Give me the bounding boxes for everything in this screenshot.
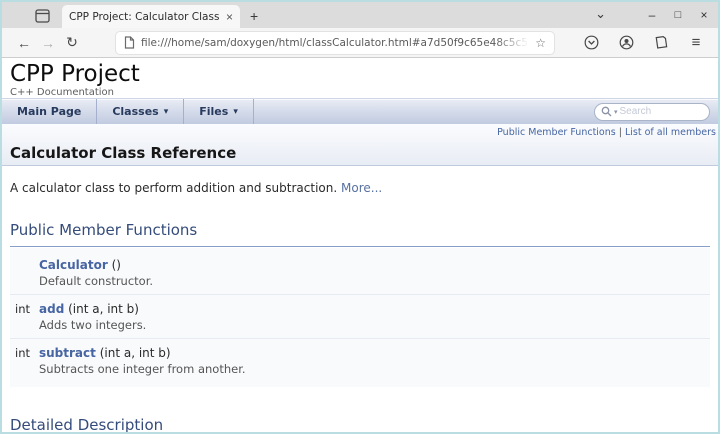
menu-icon[interactable]: ≡: [686, 33, 706, 53]
doxygen-search-box[interactable]: ▾: [594, 102, 710, 121]
chevron-down-icon: ▾: [163, 106, 169, 117]
tab-files-label: Files: [199, 105, 229, 118]
account-icon: [619, 35, 634, 50]
forward-button[interactable]: →: [36, 31, 60, 55]
brief-description: A calculator class to perform addition a…: [10, 181, 710, 195]
account-button[interactable]: [616, 33, 636, 53]
summary-link-all-members[interactable]: List of all members: [625, 127, 716, 138]
member-description: Default constructor.: [39, 274, 154, 288]
browser-tab-active[interactable]: CPP Project: Calculator Class ×: [62, 5, 240, 28]
member-link-subtract[interactable]: subtract: [39, 346, 96, 360]
section-heading-public-members: Public Member Functions: [10, 221, 710, 247]
library-icon: [654, 35, 668, 50]
tab-main-page[interactable]: Main Page: [2, 99, 98, 124]
member-separator: [10, 294, 710, 295]
member-desc-spacer: [10, 361, 30, 377]
url-text: file:///home/sam/doxygen/html/classCalcu…: [141, 36, 530, 49]
toolbar-right-icons: ≡: [581, 33, 708, 53]
member-return-type: [10, 257, 30, 273]
search-input[interactable]: [619, 106, 696, 117]
tab-files[interactable]: Files ▾: [184, 99, 254, 124]
section-heading-detailed-description: Detailed Description: [10, 416, 710, 432]
tab-title: CPP Project: Calculator Class: [69, 10, 220, 23]
tab-classes-label: Classes: [112, 105, 159, 118]
member-declarations: Calculator () Default constructor. int a…: [10, 248, 710, 387]
tab-close-icon[interactable]: ×: [226, 11, 233, 23]
firefox-view-button[interactable]: [32, 7, 52, 25]
url-bar[interactable]: file:///home/sam/doxygen/html/classCalcu…: [116, 31, 554, 54]
chevron-down-icon: ▾: [233, 106, 238, 117]
doxygen-nav-tabs: Main Page Classes ▾ Files ▾ ▾: [2, 98, 718, 124]
member-params: (int a, int b): [64, 302, 139, 316]
maximize-button[interactable]: □: [666, 10, 690, 21]
member-desc-spacer: [10, 317, 30, 333]
member-separator: [10, 338, 710, 339]
bookmark-star-icon[interactable]: ☆: [535, 37, 546, 49]
member-signature: subtract (int a, int b): [39, 345, 710, 361]
pocket-button[interactable]: [581, 33, 601, 53]
doxygen-titlearea: CPP Project C++ Documentation: [2, 58, 718, 98]
tab-classes[interactable]: Classes ▾: [97, 99, 185, 124]
minimize-button[interactable]: –: [640, 9, 664, 21]
list-all-tabs-button[interactable]: ⌄: [595, 7, 606, 20]
more-link[interactable]: More...: [341, 181, 382, 195]
summary-link-public-members[interactable]: Public Member Functions: [497, 127, 616, 138]
member-return-type: int: [15, 302, 30, 316]
browser-window: CPP Project: Calculator Class × + ⌄ – □ …: [0, 0, 720, 434]
summary-separator: |: [618, 127, 622, 138]
member-desc-spacer: [10, 273, 30, 289]
member-signature: Calculator (): [39, 257, 710, 273]
member-params: (int a, int b): [95, 346, 171, 360]
new-tab-button[interactable]: +: [250, 8, 258, 24]
member-description: Subtracts one integer from another.: [39, 362, 246, 376]
doxygen-header: Public Member Functions | List of all me…: [2, 124, 718, 166]
member-params: (): [107, 258, 121, 272]
back-button[interactable]: ←: [12, 31, 36, 55]
member-link-calculator[interactable]: Calculator: [39, 258, 108, 272]
browser-toolbar: ← → ↻ file:///home/sam/doxygen/html/clas…: [2, 28, 718, 58]
firefox-view-icon: [34, 9, 50, 23]
page-icon: [124, 36, 135, 49]
member-signature: add (int a, int b): [39, 301, 710, 317]
headertitle: Calculator Class Reference: [2, 138, 718, 162]
member-return-type: int: [15, 346, 30, 360]
summary-links: Public Member Functions | List of all me…: [2, 124, 718, 138]
member-link-add[interactable]: add: [39, 302, 64, 316]
page-title: Calculator Class Reference: [10, 144, 237, 162]
reload-button[interactable]: ↻: [60, 31, 84, 55]
project-name: CPP Project: [10, 61, 140, 87]
doxygen-contents: A calculator class to perform addition a…: [2, 166, 718, 432]
titlebar: CPP Project: Calculator Class × + ⌄ – □ …: [2, 2, 718, 28]
member-description: Adds two integers.: [39, 318, 147, 332]
search-icon: [601, 106, 612, 117]
tab-main-page-label: Main Page: [17, 105, 82, 118]
search-filter-caret-icon[interactable]: ▾: [614, 108, 618, 116]
library-button[interactable]: [651, 33, 671, 53]
brief-text: A calculator class to perform addition a…: [10, 181, 338, 195]
project-brief: C++ Documentation: [10, 87, 115, 98]
pocket-icon: [584, 35, 599, 50]
close-window-button[interactable]: ×: [692, 9, 716, 21]
